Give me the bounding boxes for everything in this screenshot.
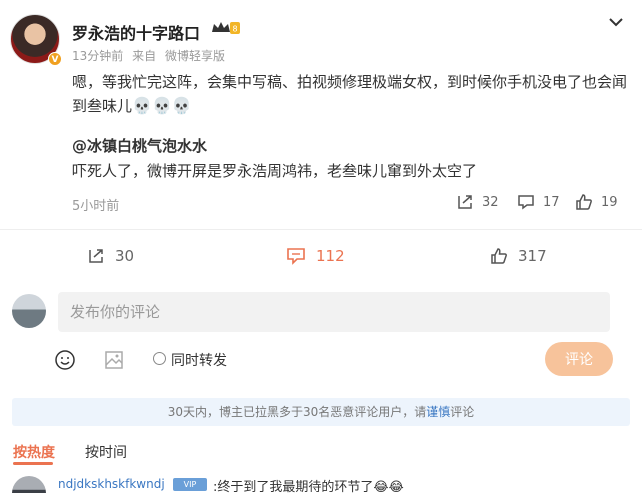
repost-comment-count: 17 [543, 194, 560, 210]
repost-time: 5小时前 [72, 199, 120, 214]
repost-share-count: 32 [482, 194, 499, 210]
commenter-badge: VIP [173, 478, 207, 491]
my-avatar [12, 294, 46, 328]
thumbs-up-icon [576, 194, 592, 210]
emoji-icon[interactable] [54, 349, 76, 371]
source-prefix: 来自 [132, 49, 157, 63]
repost-like-button[interactable]: 19 [575, 192, 618, 212]
repost-checkbox[interactable] [153, 352, 166, 365]
commenter-avatar[interactable] [12, 476, 46, 493]
repost-box[interactable]: @冰镇白桃气泡水水 吓死人了，微博开屏是罗永浩周鸿祎，老叁味儿窜到外太空了 5小… [60, 130, 642, 220]
repost-like-count: 19 [601, 194, 618, 210]
vip-level: 8 [232, 25, 237, 34]
share-icon [458, 195, 472, 209]
commenter-name[interactable]: ndjdkskhskfkwndj [58, 477, 165, 491]
chevron-down-icon[interactable] [608, 16, 624, 28]
thumbs-up-icon [491, 248, 507, 264]
notice-text-end: 评论 [450, 405, 475, 419]
notice-link[interactable]: 谨慎 [426, 405, 450, 419]
repost-comment-button[interactable]: 17 [517, 192, 560, 212]
skull-emoji: 💀💀💀 [132, 96, 192, 115]
repost-share-button[interactable]: 32 [456, 192, 499, 212]
comment-button[interactable]: 112 [286, 244, 345, 268]
notice-text: 30天内，博主已拉黑多于30名恶意评论用户，请 [167, 405, 427, 419]
comment-count: 112 [316, 247, 345, 265]
share-icon [89, 249, 103, 263]
tab-sort-time[interactable]: 按时间 [85, 442, 127, 462]
vip-crown-icon: 8 [212, 22, 240, 34]
comment-tools: 同时转发 评论 [0, 340, 642, 380]
list-item: ndjdkskhskfkwndj VIP :终于到了我最期待的环节了😂😂 [0, 474, 642, 493]
author-name[interactable]: 罗永浩的十字路口 [72, 20, 200, 44]
comment-input[interactable] [58, 292, 610, 332]
image-icon[interactable] [103, 349, 125, 371]
like-count: 317 [518, 247, 547, 265]
like-button[interactable]: 317 [490, 244, 547, 268]
comment-icon [518, 195, 534, 210]
repost-author[interactable]: @冰镇白桃气泡水水 [72, 135, 207, 156]
comment-input-row [0, 290, 642, 340]
submit-comment-button[interactable]: 评论 [545, 342, 613, 376]
post-header: V 罗永浩的十字路口 8 13分钟前 来自 微博轻享版 [10, 12, 632, 68]
post-meta: 13分钟前 来自 微博轻享版 [72, 47, 230, 64]
tab-sort-hot[interactable]: 按热度 [13, 442, 55, 462]
post-text: 嗯，等我忙完这阵，会集中写稿、拍视频修理极端女权，到时候你手机没电了也会闻到叁味… [72, 70, 632, 118]
moderation-notice: 30天内，博主已拉黑多于30名恶意评论用户，请谨慎评论 [12, 398, 630, 426]
post-source[interactable]: 微博轻享版 [165, 49, 225, 63]
repost-button[interactable]: 30 [87, 244, 134, 268]
active-tab-indicator [13, 462, 53, 465]
verified-badge: V [48, 52, 62, 66]
comment-sort-tabs: 按热度 按时间 [0, 440, 642, 466]
repost-count: 30 [115, 247, 135, 265]
divider [0, 229, 642, 230]
comment-icon [287, 248, 305, 265]
repost-text: 吓死人了，微博开屏是罗永浩周鸿祎，老叁味儿窜到外太空了 [72, 162, 478, 180]
repost-checkbox-label: 同时转发 [171, 353, 227, 369]
comment-text: :终于到了我最期待的环节了😂😂 [213, 480, 404, 493]
action-bar: 30 112 317 [0, 240, 642, 272]
post-time: 13分钟前 [72, 49, 124, 63]
